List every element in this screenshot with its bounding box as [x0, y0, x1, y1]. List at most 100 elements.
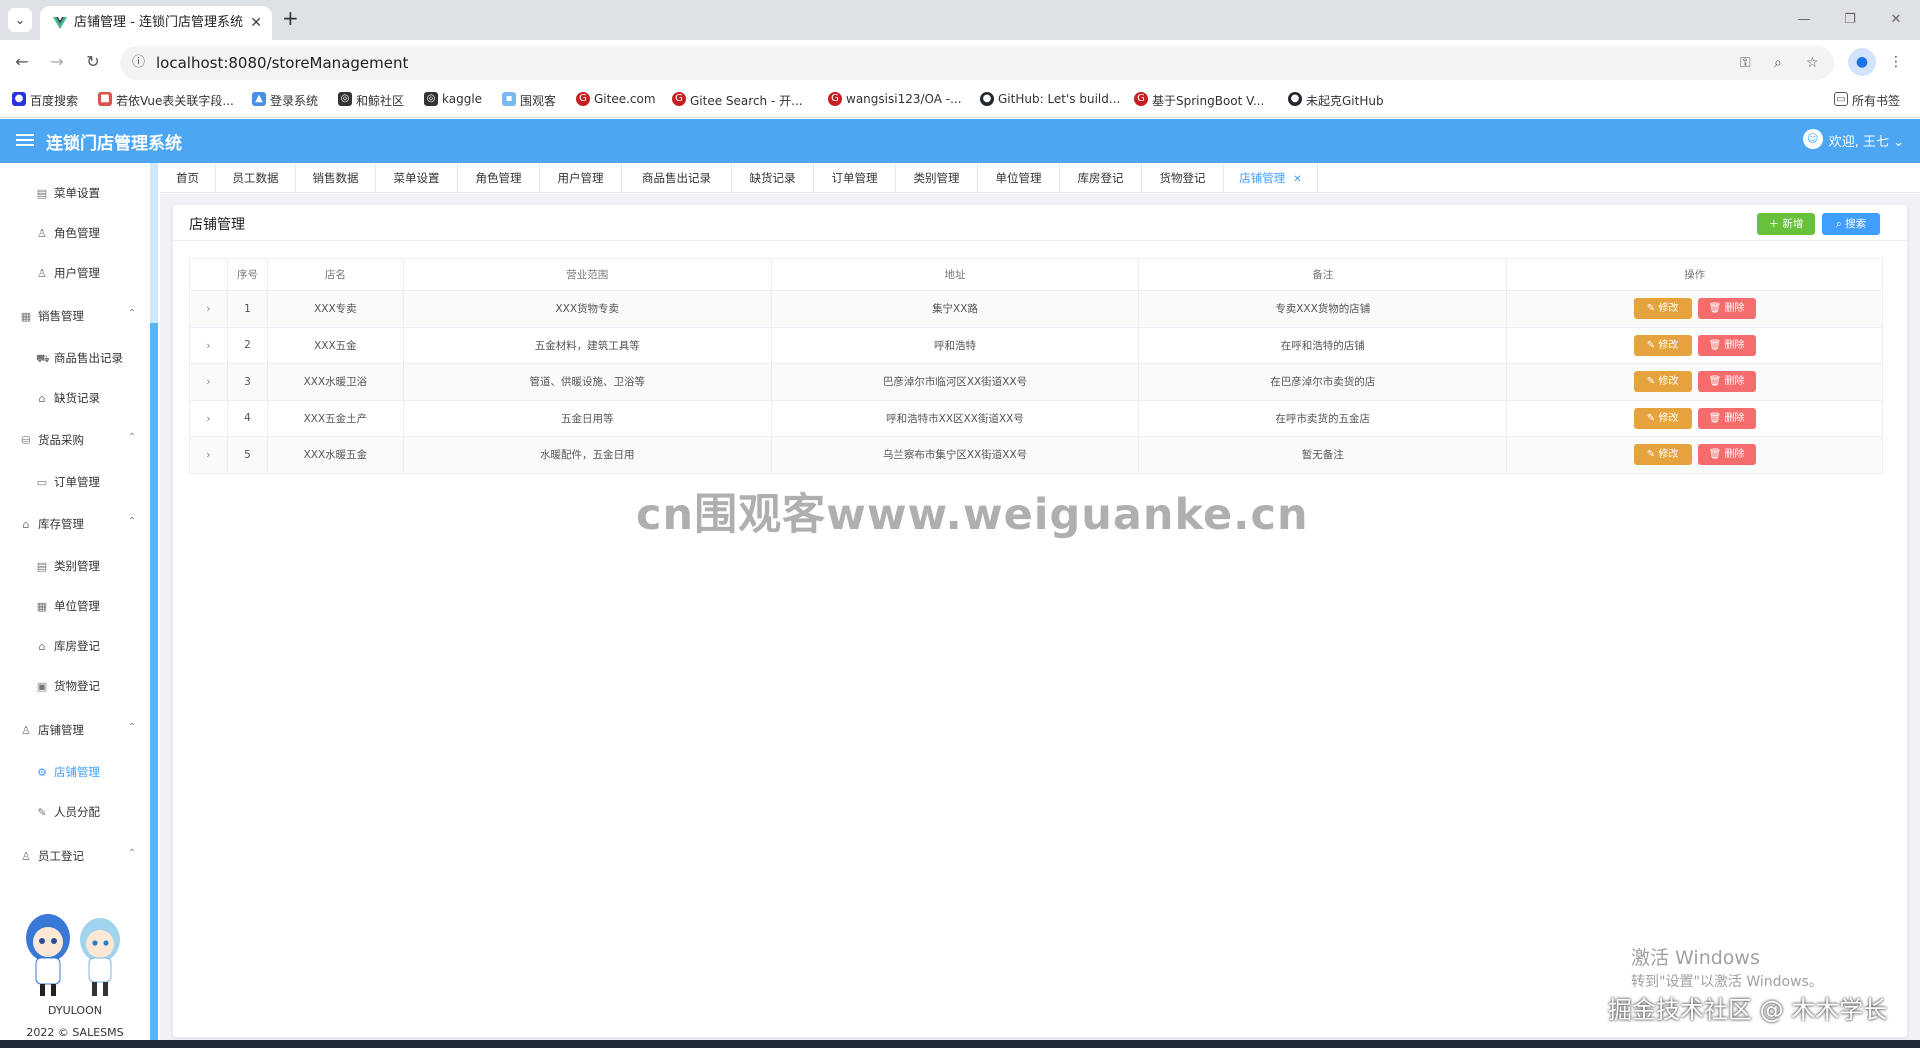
truck-icon: ⛟	[36, 352, 50, 365]
edit-label: 修改	[1658, 449, 1679, 461]
delete-button[interactable]: 🗑 删除	[1697, 444, 1756, 466]
add-button[interactable]: ＋ 新增	[1757, 213, 1815, 235]
sidebar-item[interactable]: ⌂ 库房登记	[36, 638, 101, 654]
route-tab[interactable]: 菜单设置	[376, 163, 458, 193]
expand-cell: ›	[189, 363, 228, 401]
sidebar-group[interactable]: ▦ 销售管理 ⌃	[20, 308, 137, 324]
delete-button[interactable]: 🗑 删除	[1697, 334, 1756, 356]
edit-button[interactable]: ✎ 修改	[1633, 444, 1692, 466]
browser-menu-icon[interactable]: ⋮	[1882, 48, 1910, 76]
edit-button[interactable]: ✎ 修改	[1633, 334, 1692, 356]
edit-icon: ✎	[1646, 449, 1659, 461]
sidebar-group[interactable]: ⛁ 货品采购 ⌃	[20, 432, 136, 448]
delete-label: 删除	[1724, 376, 1745, 388]
sidebar-item[interactable]: ⚙ 店铺管理	[36, 764, 100, 780]
chevron-right-icon[interactable]: ›	[206, 302, 210, 315]
search-button[interactable]: ⌕ 搜索	[1822, 213, 1880, 235]
route-tab[interactable]: 货物登记	[1142, 163, 1224, 193]
tab-search-button[interactable]: ⌄	[8, 8, 32, 32]
bookmark-item[interactable]: G Gitee Search - 开...	[672, 92, 803, 109]
browser-toolbar: ← → ↻ ⓘ localhost:8080/storeManagement ⚿…	[0, 40, 1920, 84]
route-tab[interactable]: 首页	[160, 163, 216, 193]
menu-toggle-icon[interactable]	[16, 131, 34, 149]
close-window-button[interactable]: ✕	[1870, 0, 1920, 40]
bookmark-item[interactable]: ■ 若依Vue表关联字段...	[98, 92, 234, 109]
reload-icon[interactable]: ↻	[81, 50, 105, 74]
sidebar-scrollbar[interactable]	[150, 163, 158, 1048]
edit-button[interactable]: ✎ 修改	[1633, 298, 1692, 320]
bookmark-item[interactable]: ◎ 和鲸社区	[338, 92, 404, 109]
edit-button[interactable]: ✎ 修改	[1633, 407, 1692, 429]
route-tab[interactable]: 单位管理	[978, 163, 1060, 193]
bookmark-item[interactable]: Gwangsisi123/OA -...	[828, 92, 962, 106]
sidebar-item[interactable]: ♙ 角色管理	[36, 225, 100, 241]
user-dropdown[interactable]: ☺ 欢迎, 王七 ⌄	[1802, 129, 1904, 150]
all-bookmarks[interactable]: ▭ 所有书签	[1834, 92, 1900, 109]
new-tab-button[interactable]: +	[282, 6, 299, 30]
store-table: 序号 店名 营业范围 地址 备注 操作 › 1 XXX专卖 XXX货物专卖 集宁XX路专…	[189, 258, 1883, 474]
password-key-icon[interactable]: ⚿	[1740, 46, 1751, 80]
sidebar-item[interactable]: ▦ 单位管理	[36, 598, 100, 614]
bookmark-item[interactable]: ▲ 登录系统	[252, 92, 318, 109]
sidebar-item[interactable]: ▣ 货物登记	[36, 678, 100, 694]
bookmark-item[interactable]: ◎ kaggle	[424, 92, 482, 106]
sidebar-item[interactable]: ▤ 菜单设置	[36, 185, 100, 201]
delete-button[interactable]: 🗑 删除	[1697, 371, 1756, 393]
sidebar-item-label: 订单管理	[54, 475, 100, 489]
bookmark-item[interactable]: ● 百度搜索	[12, 92, 78, 109]
delete-button[interactable]: 🗑 删除	[1697, 298, 1756, 320]
browser-tab[interactable]: 店铺管理 - 连锁门店管理系统 ✕	[40, 6, 272, 40]
sidebar-item[interactable]: ⌂ 缺货记录	[36, 390, 101, 406]
sidebar-item[interactable]: ⛟ 商品售出记录	[36, 350, 123, 367]
restore-button[interactable]: ❐	[1824, 0, 1876, 40]
column-header: 操作	[1506, 258, 1883, 291]
site-info-icon[interactable]: ⓘ	[132, 46, 145, 80]
main-content: 店铺管理 ＋ 新增 ⌕ 搜索 序号 店名 营业范围 地址 备注 操作 › 1 X…	[160, 194, 1920, 1048]
route-tab[interactable]: 用户管理	[540, 163, 622, 193]
delete-icon: 🗑	[1708, 339, 1725, 351]
route-tab[interactable]: 缺货记录	[732, 163, 814, 193]
route-tab-label: 员工数据	[232, 171, 279, 185]
forward-icon[interactable]: →	[45, 50, 69, 74]
route-tab[interactable]: 库房登记	[1060, 163, 1142, 193]
sidebar-item[interactable]: ✎ 人员分配	[36, 804, 100, 820]
route-tab[interactable]: 销售数据	[296, 163, 376, 193]
back-icon[interactable]: ←	[10, 50, 34, 74]
sidebar-item[interactable]: ▤ 类别管理	[36, 558, 100, 574]
address-bar[interactable]: ⓘ localhost:8080/storeManagement ⚿ ⌕ ☆	[120, 46, 1834, 80]
bookmark-item[interactable]: G Gitee.com	[576, 92, 656, 106]
avatar: ☺	[1802, 129, 1823, 149]
route-tab[interactable]: 店铺管理 ✕	[1224, 163, 1318, 193]
minimize-button[interactable]: —	[1778, 0, 1830, 40]
sidebar-group[interactable]: ⌂ 库存管理 ⌃	[20, 516, 137, 532]
close-tab-icon[interactable]: ✕	[1293, 174, 1301, 185]
profile-avatar-icon[interactable]: ●	[1848, 48, 1876, 76]
route-tab[interactable]: 订单管理	[814, 163, 896, 193]
bookmark-item[interactable]: ▪ 围观客	[502, 92, 556, 109]
bookmark-item[interactable]: ● 未起克GitHub	[1288, 92, 1384, 109]
bookmark-item[interactable]: ● GitHub: Let's build...	[980, 92, 1120, 106]
watermark: cn围观客www.weiguanke.cn	[636, 490, 1309, 540]
sidebar-group[interactable]: ♙ 店铺管理 ⌃	[20, 722, 136, 738]
route-tab[interactable]: 类别管理	[896, 163, 978, 193]
baidu-icon: ●	[12, 92, 26, 106]
zoom-icon[interactable]: ⌕	[1774, 46, 1782, 80]
browser-window: ⌄ 店铺管理 - 连锁门店管理系统 ✕ + — ❐ ✕ ← → ↻ ⓘ loca…	[0, 0, 1920, 1048]
bookmark-item[interactable]: G 基于SpringBoot V...	[1134, 92, 1264, 109]
route-tab-label: 缺货记录	[749, 171, 796, 185]
sidebar-item[interactable]: ♙ 用户管理	[36, 265, 100, 281]
bookmark-star-icon[interactable]: ☆	[1806, 46, 1819, 80]
sidebar-group[interactable]: ♙ 员工登记 ⌃	[20, 848, 136, 864]
route-tab[interactable]: 商品售出记录	[622, 163, 732, 193]
route-tab[interactable]: 员工数据	[216, 163, 296, 193]
chevron-right-icon[interactable]: ›	[206, 448, 210, 461]
sidebar-item[interactable]: ▭ 订单管理	[36, 474, 100, 490]
chevron-right-icon[interactable]: ›	[206, 375, 210, 388]
edit-label: 修改	[1658, 412, 1679, 424]
close-tab-icon[interactable]: ✕	[250, 6, 262, 40]
chevron-right-icon[interactable]: ›	[206, 412, 210, 425]
route-tab[interactable]: 角色管理	[458, 163, 540, 193]
edit-button[interactable]: ✎ 修改	[1633, 371, 1692, 393]
chevron-right-icon[interactable]: ›	[206, 339, 210, 352]
delete-button[interactable]: 🗑 删除	[1697, 407, 1756, 429]
